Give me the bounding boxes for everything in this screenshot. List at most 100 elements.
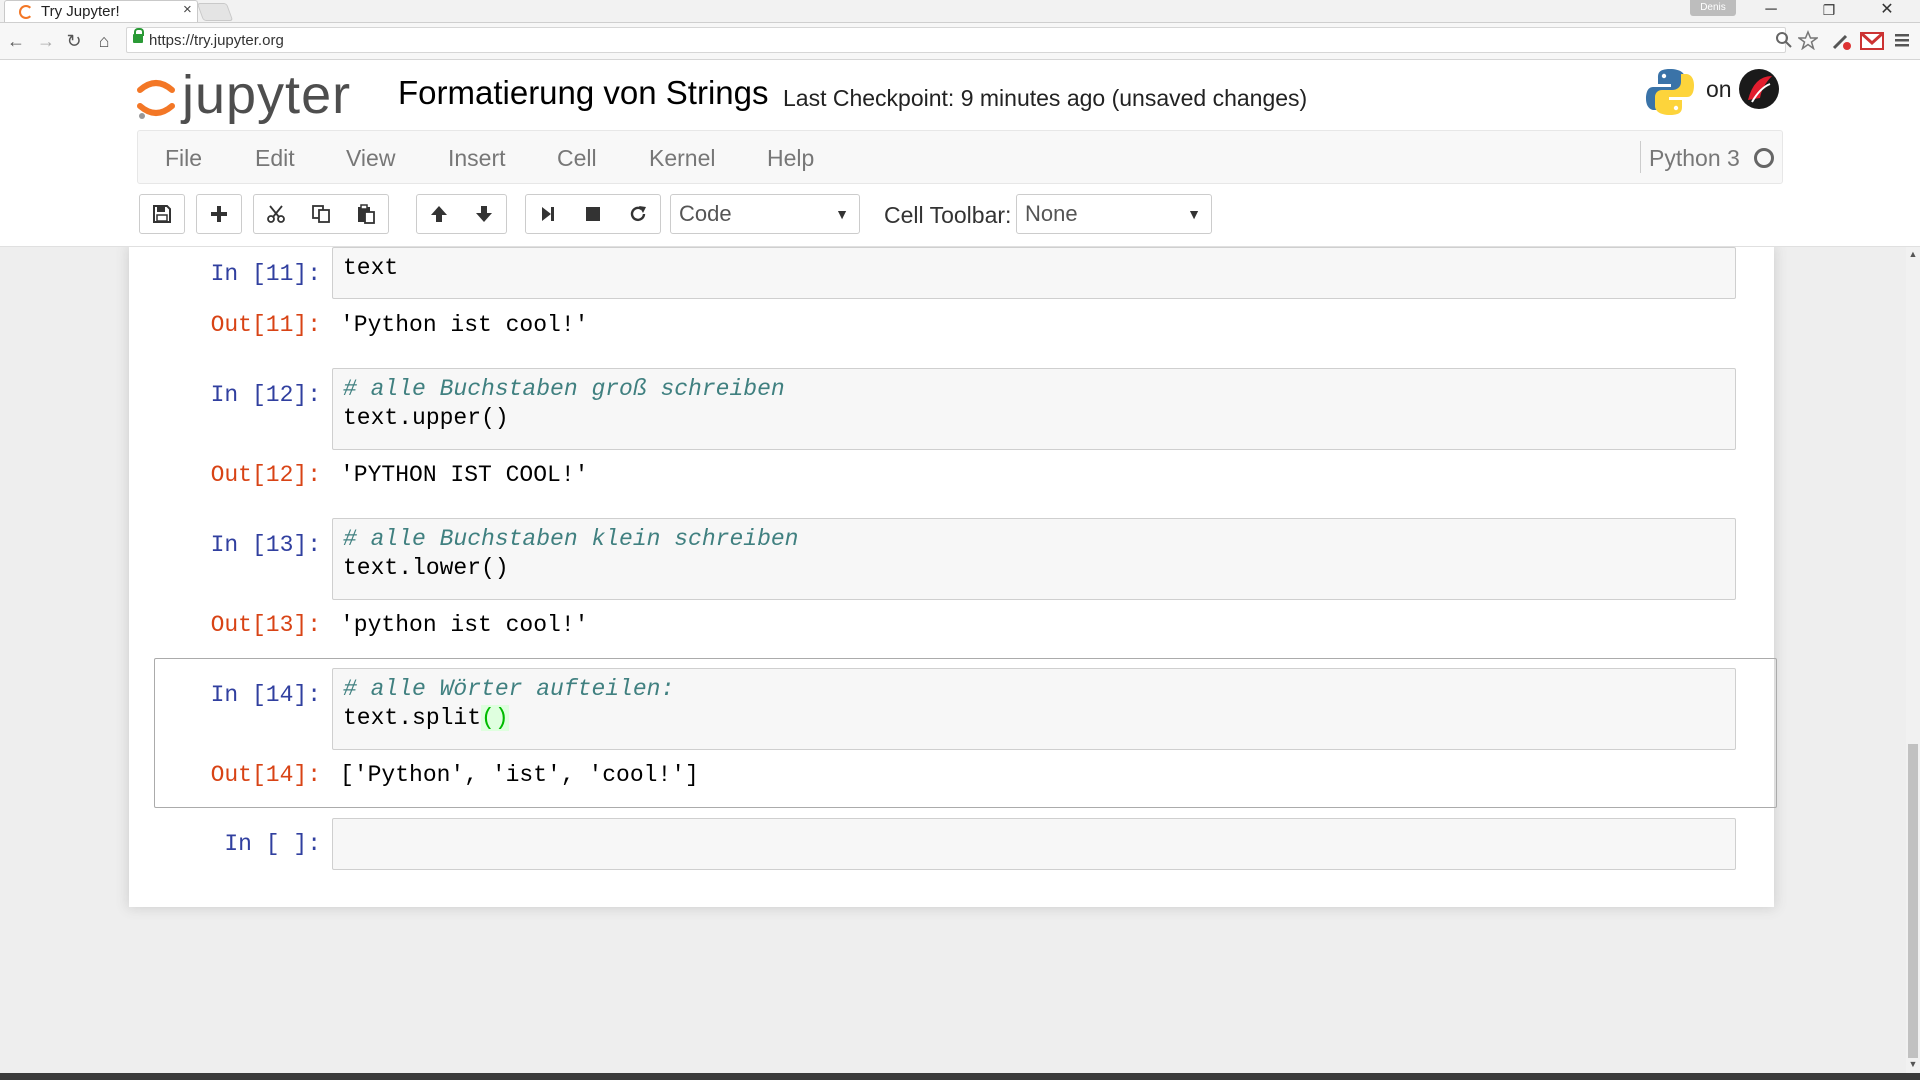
extension-icon[interactable] bbox=[1830, 30, 1852, 52]
forward-icon[interactable]: → bbox=[34, 29, 58, 53]
code-input[interactable]: # alle Buchstaben klein schreiben text.l… bbox=[332, 518, 1736, 600]
browser-tab[interactable]: Try Jupyter! × bbox=[4, 0, 198, 22]
reload-icon[interactable]: ↻ bbox=[62, 29, 86, 53]
star-icon[interactable] bbox=[1798, 30, 1818, 50]
refresh-icon bbox=[630, 206, 646, 222]
cell-output: 'PYTHON IST COOL!' bbox=[340, 462, 589, 488]
code-cell[interactable]: In [11]: text Out[11]: 'Python ist cool!… bbox=[154, 247, 1774, 347]
scissors-icon bbox=[267, 205, 285, 223]
lock-icon bbox=[133, 28, 144, 43]
restore-icon[interactable]: ❐ bbox=[1806, 0, 1852, 22]
kernel-name: Python 3 bbox=[1649, 145, 1740, 171]
code-input[interactable] bbox=[332, 818, 1736, 870]
cut-cell-button[interactable] bbox=[253, 194, 299, 234]
browser-tab-bar: Try Jupyter! × Denis ─ ❐ ✕ bbox=[0, 0, 1920, 23]
menubar-container: File Edit View Insert Cell Kernel Help P… bbox=[137, 130, 1783, 184]
scroll-thumb[interactable] bbox=[1908, 744, 1918, 1058]
code-line: text.lower() bbox=[343, 555, 509, 581]
insert-cell-button[interactable] bbox=[196, 194, 242, 234]
code-input[interactable]: # alle Wörter aufteilen: text.split() bbox=[332, 668, 1736, 750]
code-input[interactable]: # alle Buchstaben groß schreiben text.up… bbox=[332, 368, 1736, 450]
menu-kernel[interactable]: Kernel bbox=[649, 145, 715, 172]
cell-output: 'python ist cool!' bbox=[340, 612, 589, 638]
minimize-icon[interactable]: ─ bbox=[1748, 0, 1794, 22]
cell-toolbar-select[interactable]: None ▼ bbox=[1016, 194, 1212, 234]
gmail-icon[interactable] bbox=[1860, 31, 1884, 51]
arrow-down-icon bbox=[475, 206, 492, 222]
jupyter-logo[interactable]: jupyter bbox=[136, 65, 376, 126]
code-cell[interactable]: In [13]: # alle Buchstaben klein schreib… bbox=[154, 518, 1774, 648]
code-comment: # alle Buchstaben klein schreiben bbox=[343, 526, 799, 552]
notebook-toolbar: Code ▼ Cell Toolbar: None ▼ bbox=[0, 186, 1920, 247]
jupyter-logo-text: jupyter bbox=[182, 65, 352, 125]
menu-view[interactable]: View bbox=[346, 145, 395, 172]
notebook-container: In [11]: text Out[11]: 'Python ist cool!… bbox=[129, 247, 1777, 907]
menu-insert[interactable]: Insert bbox=[448, 145, 506, 172]
cell-output: ['Python', 'ist', 'cool!'] bbox=[340, 762, 699, 788]
code-line: text.split() bbox=[343, 704, 1725, 733]
input-prompt: In [ ]: bbox=[224, 831, 321, 857]
menu-edit[interactable]: Edit bbox=[255, 145, 295, 172]
new-tab-button[interactable] bbox=[196, 3, 234, 21]
output-prompt: Out[12]: bbox=[210, 462, 321, 488]
url-text: https://try.jupyter.org bbox=[149, 32, 284, 49]
copy-cell-button[interactable] bbox=[298, 194, 344, 234]
run-cell-button[interactable] bbox=[525, 194, 571, 234]
tab-title: Try Jupyter! bbox=[41, 3, 120, 20]
menu-cell[interactable]: Cell bbox=[557, 145, 597, 172]
window-bottom-border bbox=[0, 1073, 1920, 1080]
tab-close-icon[interactable]: × bbox=[183, 1, 192, 18]
close-window-icon[interactable]: ✕ bbox=[1864, 0, 1910, 22]
paste-cell-button[interactable] bbox=[343, 194, 389, 234]
output-prompt: Out[14]: bbox=[210, 762, 321, 788]
code-function: text.split bbox=[343, 705, 482, 731]
restart-kernel-button[interactable] bbox=[615, 194, 661, 234]
arrow-up-icon bbox=[431, 206, 447, 222]
code-comment: # alle Buchstaben groß schreiben bbox=[343, 376, 785, 402]
save-button[interactable] bbox=[139, 194, 185, 234]
home-icon[interactable]: ⌂ bbox=[92, 29, 116, 53]
move-cell-up-button[interactable] bbox=[416, 194, 462, 234]
zoom-icon[interactable] bbox=[1775, 31, 1793, 49]
code-cell-selected[interactable]: In [14]: # alle Wörter aufteilen: text.s… bbox=[154, 668, 1774, 798]
menu-icon[interactable] bbox=[1894, 32, 1910, 48]
code-comment: # alle Wörter aufteilen: bbox=[343, 676, 675, 702]
copy-icon bbox=[311, 205, 330, 223]
profile-badge[interactable]: Denis bbox=[1690, 0, 1736, 16]
on-label: on bbox=[1706, 76, 1732, 102]
chevron-down-icon: ▼ bbox=[835, 206, 849, 222]
code-cell-empty[interactable]: In [ ]: bbox=[154, 818, 1774, 872]
python-logo-icon bbox=[1646, 69, 1694, 115]
menu-file[interactable]: File bbox=[165, 145, 202, 172]
cell-toolbar-label: Cell Toolbar: bbox=[884, 202, 1012, 228]
input-prompt: In [14]: bbox=[210, 682, 321, 708]
jupyter-orbit-icon bbox=[137, 80, 175, 119]
move-cell-down-button[interactable] bbox=[461, 194, 507, 234]
url-input[interactable]: https://try.jupyter.org bbox=[126, 27, 1786, 53]
scroll-up-icon[interactable]: ▲ bbox=[1908, 249, 1918, 259]
input-prompt: In [11]: bbox=[210, 261, 321, 287]
loading-spinner-icon bbox=[19, 5, 33, 19]
code-line: text.upper() bbox=[343, 405, 509, 431]
scroll-down-icon[interactable]: ▼ bbox=[1908, 1059, 1918, 1069]
output-prompt: Out[11]: bbox=[210, 312, 321, 338]
menu-help[interactable]: Help bbox=[767, 145, 814, 172]
stop-icon bbox=[585, 207, 600, 221]
page-scrollbar[interactable]: ▲ ▼ bbox=[1906, 247, 1920, 1073]
save-icon bbox=[153, 205, 171, 223]
jupyter-header: jupyter Formatierung von Strings Last Ch… bbox=[0, 60, 1920, 130]
input-prompt: In [12]: bbox=[210, 382, 321, 408]
interrupt-kernel-button[interactable] bbox=[570, 194, 616, 234]
cell-type-select[interactable]: Code ▼ bbox=[670, 194, 860, 234]
menubar: File Edit View Insert Cell Kernel Help P… bbox=[0, 130, 1920, 186]
notebook-title[interactable]: Formatierung von Strings bbox=[398, 74, 769, 112]
code-input[interactable]: text bbox=[332, 247, 1736, 299]
browser-address-bar: ← → ↻ ⌂ https://try.jupyter.org bbox=[0, 23, 1920, 60]
input-prompt: In [13]: bbox=[210, 532, 321, 558]
cell-output: 'Python ist cool!' bbox=[340, 312, 589, 338]
rackspace-logo-icon bbox=[1739, 69, 1779, 109]
back-icon[interactable]: ← bbox=[4, 29, 28, 53]
kernel-idle-indicator-icon bbox=[1754, 148, 1774, 168]
code-cell[interactable]: In [12]: # alle Buchstaben groß schreibe… bbox=[154, 368, 1774, 498]
notebook-site: In [11]: text Out[11]: 'Python ist cool!… bbox=[0, 247, 1906, 1073]
